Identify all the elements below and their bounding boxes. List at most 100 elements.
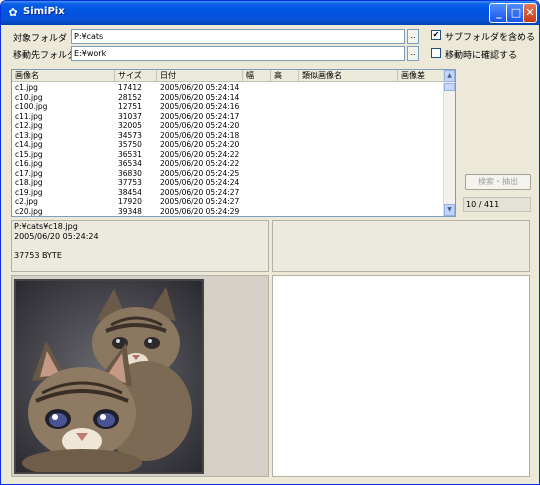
close-icon: ✕ — [525, 6, 535, 19]
selected-image-pane — [11, 275, 269, 477]
file-list[interactable]: 画像名 サイズ 日付 幅 高 類似画像名 画像差 c1.jpg 17412 2005… — [11, 69, 456, 217]
include-subfolders-label: サブフォルダを含める — [445, 33, 536, 43]
source-folder-label: 対象フォルダ — [13, 34, 68, 44]
list-scrollbar[interactable]: ▲ ▼ — [443, 70, 455, 216]
column-header-width[interactable]: 幅 — [243, 70, 271, 82]
column-header-date[interactable]: 日付 — [157, 70, 243, 82]
row-filename: c17.jpg — [15, 168, 43, 178]
row-size: 32005 — [118, 121, 142, 130]
row-date: 2005/06/20 05:24:17 — [160, 111, 240, 121]
include-subfolders-checkbox[interactable]: ✔ — [431, 30, 441, 40]
progress-counter: 10 / 411 — [463, 197, 531, 212]
paw-icon: ✿ — [8, 6, 18, 19]
scroll-down-arrow[interactable]: ▼ — [444, 204, 455, 216]
row-filename: c12.jpg — [15, 121, 43, 130]
row-date: 2005/06/20 05:24:14 — [160, 92, 240, 102]
kitten-image — [16, 281, 202, 477]
row-size: 36534 — [118, 159, 142, 168]
row-date: 2005/06/20 05:24:29 — [160, 206, 240, 216]
row-date: 2005/06/20 05:24:16 — [160, 102, 240, 111]
row-size: 12751 — [118, 102, 142, 111]
column-header-size[interactable]: サイズ — [115, 70, 157, 82]
checkmark-icon: ✔ — [432, 30, 440, 39]
table-row[interactable]: c13.jpg 34573 2005/06/20 05:24:18 — [12, 131, 444, 140]
row-date: 2005/06/20 05:24:14 — [160, 83, 240, 92]
close-button[interactable]: ✕ — [523, 3, 537, 23]
confirm-on-move-checkbox[interactable] — [431, 48, 441, 58]
row-filename: c11.jpg — [15, 111, 43, 121]
row-size: 34573 — [118, 130, 142, 140]
dest-folder-label: 移動先フォルダ — [13, 51, 77, 61]
minimize-icon: _ — [496, 6, 502, 19]
row-filename: c19.jpg — [15, 187, 43, 197]
row-date: 2005/06/20 05:24:25 — [160, 168, 240, 178]
column-header-similar-name[interactable]: 類似画像名 — [299, 70, 398, 82]
maximize-icon: □ — [510, 6, 522, 19]
table-row[interactable]: c15.jpg 36531 2005/06/20 05:24:22 — [12, 150, 444, 159]
similar-file-info — [272, 220, 530, 272]
row-filename: c10.jpg — [15, 92, 43, 102]
simipix-window: ✿ SimiPix _ □ ✕ 対象フォルダ P:¥cats .. 移動先フォル… — [0, 0, 540, 485]
row-size: 38454 — [118, 187, 142, 197]
row-size: 31037 — [118, 111, 142, 121]
similar-image-pane — [272, 275, 530, 477]
window-title: SimiPix — [23, 6, 65, 17]
list-header: 画像名 サイズ 日付 幅 高 類似画像名 画像差 — [12, 70, 444, 82]
table-row[interactable]: c10.jpg 28152 2005/06/20 05:24:14 — [12, 93, 444, 102]
table-row[interactable]: c20.jpg 39348 2005/06/20 05:24:29 — [12, 207, 444, 216]
chevron-up-icon: ▲ — [447, 72, 452, 79]
source-folder-browse-button[interactable]: .. — [407, 29, 419, 44]
table-row[interactable]: c18.jpg 37753 2005/06/20 05:24:24 — [12, 178, 444, 187]
row-date: 2005/06/20 05:24:20 — [160, 140, 240, 149]
row-date: 2005/06/20 05:24:22 — [160, 159, 240, 168]
title-bar[interactable]: ✿ SimiPix _ □ ✕ — [1, 1, 539, 25]
row-filename: c1.jpg — [15, 83, 38, 92]
row-size: 35750 — [118, 140, 142, 149]
row-size: 17412 — [118, 83, 142, 92]
row-size: 37753 — [118, 178, 142, 187]
table-row[interactable]: c1.jpg 17412 2005/06/20 05:24:14 — [12, 83, 444, 92]
selected-file-size: 37753 BYTE — [14, 251, 62, 260]
row-filename: c14.jpg — [15, 140, 43, 149]
row-filename: c18.jpg — [15, 178, 43, 187]
row-date: 2005/06/20 05:24:27 — [160, 187, 240, 197]
row-filename: c20.jpg — [15, 206, 43, 216]
row-date: 2005/06/20 05:24:27 — [160, 197, 240, 206]
row-size: 36830 — [118, 168, 142, 178]
table-row[interactable]: c14.jpg 35750 2005/06/20 05:24:20 — [12, 140, 444, 149]
column-header-name[interactable]: 画像名 — [12, 70, 115, 82]
confirm-on-move-label: 移動時に確認する — [445, 51, 518, 61]
row-date: 2005/06/20 05:24:20 — [160, 121, 240, 130]
dest-folder-input[interactable]: E:¥work — [71, 46, 405, 61]
row-filename: c13.jpg — [15, 130, 43, 140]
row-date: 2005/06/20 05:24:24 — [160, 178, 240, 187]
row-filename: c15.jpg — [15, 149, 43, 159]
column-header-height[interactable]: 高 — [271, 70, 299, 82]
source-folder-input[interactable]: P:¥cats — [71, 29, 405, 44]
row-date: 2005/06/20 05:24:22 — [160, 149, 240, 159]
chevron-down-icon: ▼ — [447, 206, 452, 213]
scroll-up-arrow[interactable]: ▲ — [444, 70, 455, 82]
selected-file-date: 2005/06/20 05:24:24 — [14, 232, 99, 241]
table-row[interactable]: c19.jpg 38454 2005/06/20 05:24:27 — [12, 188, 444, 197]
column-header-diff[interactable]: 画像差 — [398, 70, 444, 82]
table-row[interactable]: c17.jpg 36830 2005/06/20 05:24:25 — [12, 169, 444, 178]
table-row[interactable]: c2.jpg 17920 2005/06/20 05:24:27 — [12, 197, 444, 206]
search-extract-button[interactable]: 検索・抽出 — [465, 174, 531, 190]
dest-folder-browse-button[interactable]: .. — [407, 46, 419, 61]
row-size: 36531 — [118, 149, 142, 159]
row-size: 17920 — [118, 197, 142, 206]
selected-file-info: P:¥cats¥c18.jpg 2005/06/20 05:24:24 3775… — [11, 220, 269, 272]
row-filename: c100.jpg — [15, 102, 48, 111]
table-row[interactable]: c12.jpg 32005 2005/06/20 05:24:20 — [12, 121, 444, 130]
table-row[interactable]: c100.jpg 12751 2005/06/20 05:24:16 — [12, 102, 444, 111]
selected-file-path: P:¥cats¥c18.jpg — [14, 222, 78, 231]
table-row[interactable]: c16.jpg 36534 2005/06/20 05:24:22 — [12, 159, 444, 168]
row-size: 28152 — [118, 92, 142, 102]
row-filename: c2.jpg — [15, 197, 38, 206]
scroll-thumb[interactable] — [444, 83, 455, 91]
row-size: 39348 — [118, 206, 142, 216]
kittens-photo — [14, 279, 204, 477]
table-row[interactable]: c11.jpg 31037 2005/06/20 05:24:17 — [12, 112, 444, 121]
row-date: 2005/06/20 05:24:18 — [160, 130, 240, 140]
